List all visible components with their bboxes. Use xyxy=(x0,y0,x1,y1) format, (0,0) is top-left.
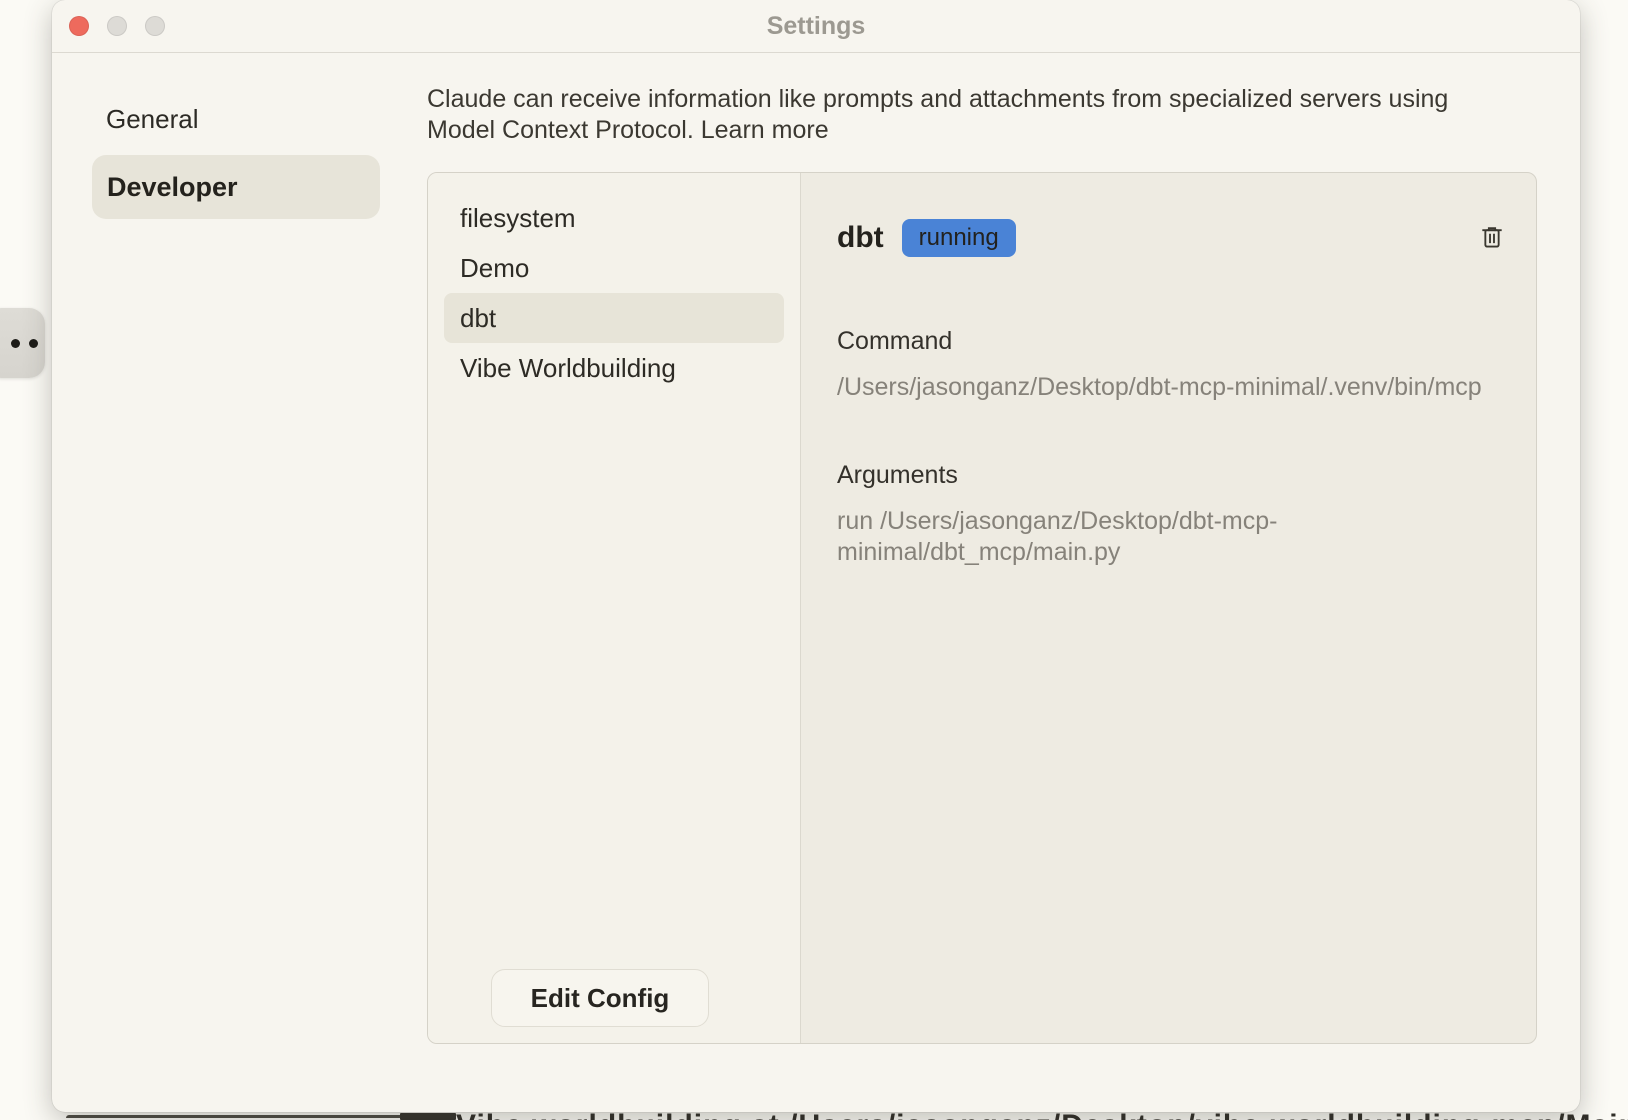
ellipsis-dots-icon xyxy=(11,339,20,348)
status-badge: running xyxy=(902,219,1016,257)
description-text: Claude can receive information like prom… xyxy=(427,85,1448,144)
edit-config-button[interactable]: Edit Config xyxy=(491,969,709,1027)
delete-server-button[interactable] xyxy=(1478,223,1506,251)
command-label: Command xyxy=(837,327,1506,356)
command-value: /Users/jasonganz/Desktop/dbt-mcp-minimal… xyxy=(837,372,1506,403)
close-button[interactable] xyxy=(69,16,89,36)
server-item-filesystem[interactable]: filesystem xyxy=(428,193,800,243)
server-item-vibe-worldbuilding[interactable]: Vibe Worldbuilding xyxy=(428,343,800,393)
settings-window: Settings General Developer Claude can re… xyxy=(52,0,1580,1112)
server-name: dbt xyxy=(837,221,884,255)
ellipsis-dots-icon xyxy=(29,339,38,348)
server-detail: dbt running Command /Users/jasonganz/Des… xyxy=(801,173,1536,1043)
obscured-input-border xyxy=(66,1115,402,1118)
minimize-button[interactable] xyxy=(107,16,127,36)
mcp-servers-panel: filesystem Demo dbt Vibe Worldbuilding E… xyxy=(427,172,1537,1044)
zoom-button[interactable] xyxy=(145,16,165,36)
sidebar-item-developer[interactable]: Developer xyxy=(92,155,380,219)
server-item-demo[interactable]: Demo xyxy=(428,243,800,293)
arguments-label: Arguments xyxy=(837,461,1506,490)
server-detail-header: dbt running xyxy=(837,219,1506,257)
learn-more-link[interactable]: Learn more xyxy=(701,116,829,144)
titlebar: Settings xyxy=(52,0,1580,53)
server-list: filesystem Demo dbt Vibe Worldbuilding E… xyxy=(428,173,801,1043)
background-overflow-card[interactable] xyxy=(0,308,45,378)
trash-icon xyxy=(1478,223,1506,251)
window-title: Settings xyxy=(767,12,866,41)
sidebar-item-general[interactable]: General xyxy=(106,100,199,138)
obscured-ui-fragment xyxy=(400,1113,456,1120)
traffic-lights xyxy=(69,16,165,36)
obscured-bottom-text: Vibe worldbuilding at /Users/jasonganz/D… xyxy=(456,1112,1628,1120)
server-item-dbt[interactable]: dbt xyxy=(444,293,784,343)
mcp-description: Claude can receive information like prom… xyxy=(427,84,1505,146)
arguments-value: run /Users/jasonganz/Desktop/dbt-mcp-min… xyxy=(837,506,1357,568)
